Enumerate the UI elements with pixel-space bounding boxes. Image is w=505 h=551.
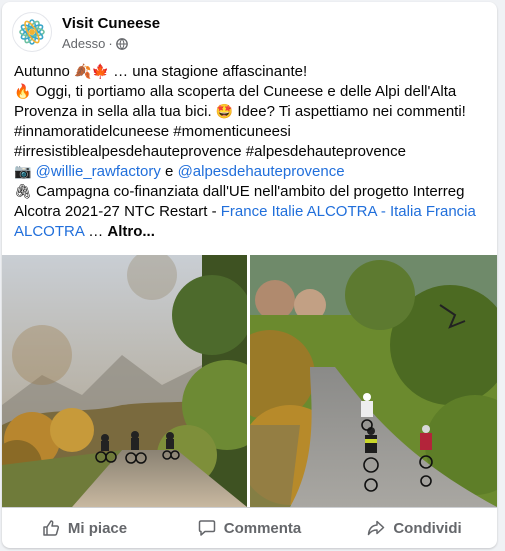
like-button[interactable]: Mi piace	[2, 508, 167, 548]
comment-label: Commenta	[223, 519, 302, 537]
hashtags-line-1[interactable]: #innamoratidelcuneese #momenticuneesi	[14, 122, 489, 142]
visit-cuneese-logo-icon	[19, 19, 45, 45]
camera-emoji: 📷	[14, 164, 32, 180]
mention-willie-rawfactory[interactable]: @willie_rawfactory	[36, 163, 161, 180]
campaign-line: 🖇 Campagna co-finanziata dall'UE nell'am…	[14, 183, 476, 240]
fire-emoji: 🔥	[14, 84, 32, 100]
post-timestamp[interactable]: Adesso	[62, 36, 105, 51]
post-media	[2, 255, 497, 507]
mention-alpesdehauteprovence[interactable]: @alpesdehauteprovence	[178, 163, 345, 180]
post-card: Visit Cuneese Adesso · Autunno 🍂🍁 … una …	[2, 2, 497, 548]
post-actions-bar: Mi piace Commenta Condividi	[2, 507, 497, 548]
see-more-link[interactable]: Altro...	[107, 223, 155, 240]
starstruck-emoji: 🤩	[215, 104, 234, 120]
post-meta: Adesso ·	[62, 36, 128, 51]
page-avatar[interactable]	[12, 12, 52, 52]
post-text: Autunno 🍂🍁 … una stagione affascinante! …	[14, 62, 489, 242]
paperclip-emoji: 🖇	[14, 184, 32, 200]
text-line-autunno: Autunno 🍂🍁 … una stagione affascinante!	[14, 63, 308, 80]
share-arrow-icon	[368, 520, 385, 536]
post-header: Visit Cuneese Adesso ·	[12, 12, 482, 54]
like-label: Mi piace	[67, 519, 128, 537]
share-button[interactable]: Condividi	[332, 508, 497, 548]
comment-bubble-icon	[198, 520, 215, 536]
photo-cyclists-riding[interactable]	[250, 255, 497, 507]
meta-separator: ·	[108, 36, 113, 51]
page-name[interactable]: Visit Cuneese	[62, 15, 160, 32]
text-line-oggi: 🔥 Oggi, ti portiamo alla scoperta del Cu…	[14, 83, 466, 120]
mentions-line: 📷 @willie_rawfactory e @alpesdehauteprov…	[14, 163, 345, 180]
photo-cyclists-autumn-road[interactable]	[2, 255, 247, 507]
thumbs-up-icon	[43, 520, 59, 536]
hashtags-line-2[interactable]: #irresistiblealpesdehauteprovence #alpes…	[14, 142, 489, 162]
comment-button[interactable]: Commenta	[167, 508, 332, 548]
globe-icon	[115, 37, 128, 50]
share-label: Condividi	[393, 519, 462, 537]
autumn-leaves-emoji: 🍂🍁	[74, 64, 109, 80]
